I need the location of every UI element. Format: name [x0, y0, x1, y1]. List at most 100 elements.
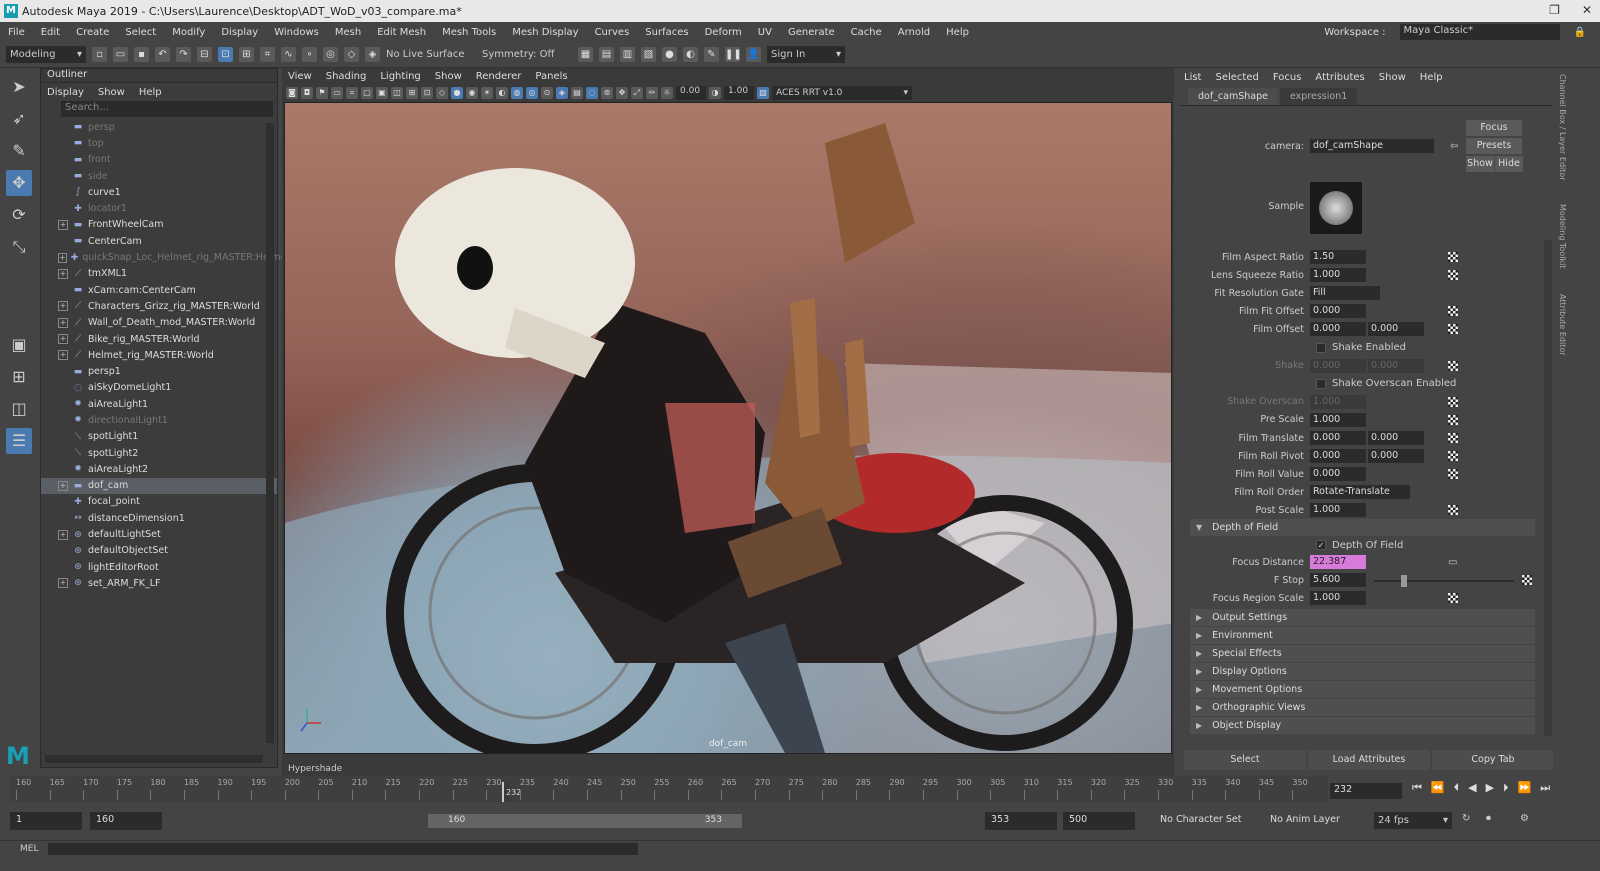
- attr-menu-attributes[interactable]: Attributes: [1315, 72, 1364, 83]
- focus-distance-field[interactable]: 22.387: [1310, 555, 1366, 569]
- select-tool-icon[interactable]: ➤: [6, 74, 32, 100]
- history-icon[interactable]: ▦: [578, 47, 593, 62]
- outliner-item[interactable]: + ▬ FrontWheelCam: [41, 217, 277, 233]
- outliner-item[interactable]: ↔ distanceDimension1: [41, 510, 277, 526]
- fstop-slider-thumb[interactable]: [1400, 575, 1407, 587]
- map-button-icon[interactable]: [1448, 360, 1458, 371]
- attribute-field[interactable]: 1.000: [1310, 394, 1366, 409]
- attribute-field[interactable]: 1.50: [1310, 250, 1366, 264]
- outliner-item[interactable]: ▬ persp: [41, 119, 277, 135]
- section-movement-options[interactable]: ▶ Movement Options: [1190, 681, 1535, 698]
- smooth-shade-icon[interactable]: ●: [451, 87, 463, 99]
- expand-icon[interactable]: +: [58, 252, 67, 263]
- make-live-icon[interactable]: ◈: [365, 47, 380, 62]
- anim-layer-dropdown[interactable]: No Anim Layer: [1270, 814, 1340, 825]
- textured-icon[interactable]: ◉: [466, 87, 478, 99]
- current-time-marker[interactable]: 232: [502, 782, 521, 802]
- hide-button[interactable]: Hide: [1495, 156, 1523, 172]
- outliner-item[interactable]: ◌ aiSkyDomeLight1: [41, 380, 277, 396]
- exposure-icon[interactable]: ☼: [661, 87, 673, 99]
- map-button-icon[interactable]: [1448, 505, 1458, 516]
- select-component-icon[interactable]: ⊞: [239, 47, 254, 62]
- safe-action-icon[interactable]: ⊡: [421, 87, 433, 99]
- menu-set-dropdown[interactable]: Modeling ▾: [6, 46, 86, 63]
- render-settings-icon[interactable]: ▧: [641, 47, 656, 62]
- attribute-field[interactable]: 0.000: [1310, 431, 1366, 445]
- connection-icon[interactable]: ▭: [1448, 557, 1457, 568]
- outliner-item[interactable]: ✹ directionalLight1: [41, 412, 277, 428]
- attribute-field[interactable]: 0.000: [1310, 358, 1366, 373]
- attribute-field[interactable]: 0.000: [1310, 322, 1366, 337]
- section-special-effects[interactable]: ▶ Special Effects: [1190, 645, 1535, 662]
- isolate-icon[interactable]: ◈: [556, 87, 568, 99]
- camera-name-field[interactable]: dof_camShape: [1310, 139, 1434, 153]
- lasso-tool-icon[interactable]: ➶: [6, 106, 32, 132]
- viewport-menu-panels[interactable]: Panels: [535, 71, 567, 82]
- user-icon[interactable]: 👤: [746, 47, 761, 62]
- section-orthographic-views[interactable]: ▶ Orthographic Views: [1190, 699, 1535, 716]
- dof-icon[interactable]: ◌: [586, 87, 598, 99]
- redo-icon[interactable]: ↷: [176, 47, 191, 62]
- side-tab[interactable]: Attribute Editor: [1558, 294, 1567, 356]
- play-backward-icon[interactable]: ◀: [1468, 781, 1476, 795]
- move-tool-icon[interactable]: ✥: [6, 170, 32, 196]
- step-back-frame-icon[interactable]: ⏴: [1454, 781, 1460, 795]
- outliner-item[interactable]: ▬ front: [41, 152, 277, 168]
- map-button-icon[interactable]: [1448, 270, 1458, 281]
- expand-icon[interactable]: +: [58, 334, 68, 344]
- dof-checkbox[interactable]: ✓: [1316, 540, 1326, 550]
- grease-pencil-icon[interactable]: ✏: [646, 87, 658, 99]
- menu-deform[interactable]: Deform: [697, 27, 750, 38]
- preferences-icon[interactable]: ⚙: [1520, 813, 1529, 824]
- character-set-dropdown[interactable]: No Character Set: [1160, 814, 1241, 825]
- outliner-menu-show[interactable]: Show: [98, 87, 125, 98]
- map-button-icon[interactable]: [1448, 396, 1458, 407]
- show-button[interactable]: Show: [1466, 156, 1494, 172]
- go-to-start-icon[interactable]: ⏮: [1412, 781, 1422, 795]
- lights-icon[interactable]: ☀: [481, 87, 493, 99]
- outliner-item[interactable]: + ▬ dof_cam: [41, 477, 277, 494]
- menu-help[interactable]: Help: [938, 27, 977, 38]
- open-scene-icon[interactable]: ▭: [113, 47, 128, 62]
- outliner-item[interactable]: ⊛ lightEditorRoot: [41, 559, 277, 575]
- outliner-item[interactable]: + ⊛ defaultLightSet: [41, 526, 277, 542]
- render-frame-icon[interactable]: ▤: [599, 47, 614, 62]
- playback-end-field[interactable]: 353: [985, 812, 1057, 830]
- outliner-menu-help[interactable]: Help: [139, 87, 162, 98]
- wireframe-icon[interactable]: ◇: [436, 87, 448, 99]
- film-gate-icon[interactable]: ▢: [361, 87, 373, 99]
- split-view-icon[interactable]: ◫: [6, 396, 32, 422]
- attr-menu-selected[interactable]: Selected: [1215, 72, 1258, 83]
- menu-mesh[interactable]: Mesh: [327, 27, 369, 38]
- attribute-field[interactable]: 1.000: [1310, 268, 1366, 283]
- field-chart-icon[interactable]: ⊞: [406, 87, 418, 99]
- expand-icon[interactable]: +: [58, 301, 68, 312]
- outliner-item[interactable]: ⊛ defaultObjectSet: [41, 543, 277, 559]
- map-button-icon[interactable]: [1448, 451, 1458, 462]
- scale-tool-icon[interactable]: ⤡: [6, 234, 32, 260]
- restore-window-icon[interactable]: ❐: [1549, 3, 1560, 17]
- viewport-menu-show[interactable]: Show: [435, 71, 462, 82]
- section-environment[interactable]: ▶ Environment: [1190, 627, 1535, 644]
- outliner-item[interactable]: ▬ top: [41, 135, 277, 151]
- image-plane-icon[interactable]: ▭: [331, 87, 343, 99]
- outliner-item[interactable]: + ⊛ set_ARM_FK_LF: [41, 575, 277, 591]
- expand-icon[interactable]: +: [58, 219, 68, 230]
- map-button-icon[interactable]: [1448, 306, 1458, 317]
- menu-mesh-tools[interactable]: Mesh Tools: [434, 27, 504, 38]
- menu-arnold[interactable]: Arnold: [890, 27, 938, 38]
- menu-windows[interactable]: Windows: [266, 27, 327, 38]
- outliner-item[interactable]: ✹ aiAreaLight2: [41, 461, 277, 477]
- attribute-field[interactable]: 1.000: [1310, 503, 1366, 518]
- animation-start-field[interactable]: 1: [10, 812, 82, 830]
- section-display-options[interactable]: ▶ Display Options: [1190, 663, 1535, 680]
- loop-icon[interactable]: ↻: [1462, 813, 1470, 824]
- hud-icon[interactable]: ▤: [571, 87, 583, 99]
- hypershade-tab[interactable]: Hypershade: [288, 764, 342, 774]
- shadows-icon[interactable]: ◐: [496, 87, 508, 99]
- camera-attrs-icon[interactable]: ◘: [301, 87, 313, 99]
- outliner-item[interactable]: ▬ xCam:cam:CenterCam: [41, 282, 277, 298]
- menu-cache[interactable]: Cache: [843, 27, 890, 38]
- outliner-layout-icon[interactable]: ☰: [6, 428, 32, 454]
- playback-start-field[interactable]: 160: [90, 812, 162, 830]
